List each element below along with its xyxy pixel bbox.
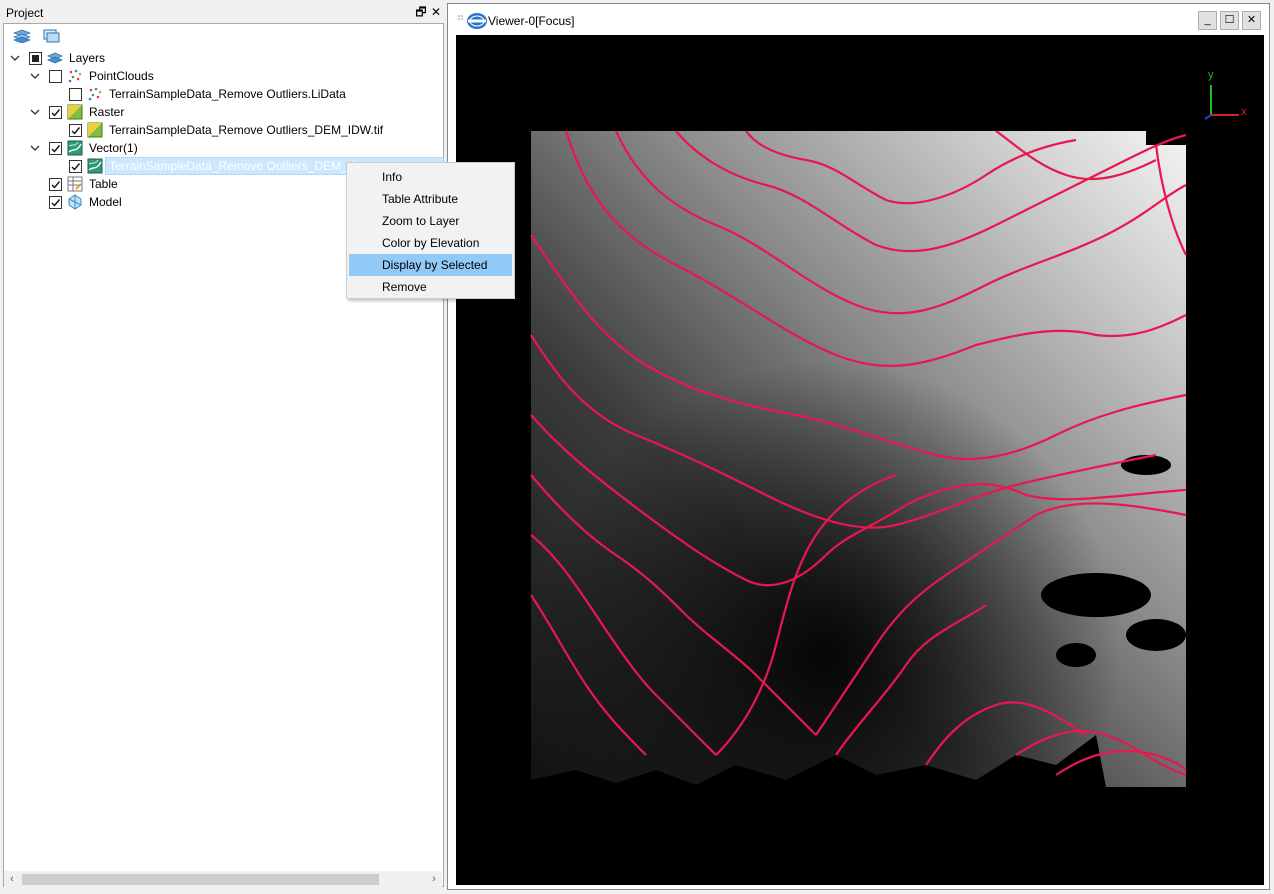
viewer-window: Viewer-0[Focus] _ ☐ ✕ y x bbox=[447, 3, 1270, 890]
model-icon bbox=[67, 194, 83, 210]
project-panel: Project 🗗 ✕ Layers PointClouds TerrainSa… bbox=[0, 0, 446, 894]
horizontal-scrollbar[interactable]: ‹ › bbox=[4, 871, 442, 887]
chevron-down-icon[interactable] bbox=[30, 139, 40, 157]
tree-row-raster[interactable]: Raster bbox=[4, 103, 434, 121]
tree-row-layers[interactable]: Layers bbox=[4, 49, 434, 67]
model-checkbox[interactable] bbox=[49, 196, 62, 209]
vector-icon bbox=[67, 140, 83, 156]
pointclouds-checkbox[interactable] bbox=[49, 70, 62, 83]
project-panel-title: Project bbox=[6, 6, 44, 20]
3d-viewport[interactable]: y x bbox=[456, 35, 1264, 885]
dem-basin-shade bbox=[531, 131, 1186, 787]
point-cloud-icon bbox=[67, 68, 83, 84]
scroll-left-icon[interactable]: ‹ bbox=[4, 871, 20, 887]
vector-icon bbox=[87, 158, 103, 174]
contour-label: TerrainSampleData_Remove Outliers_DEM_ID bbox=[109, 159, 360, 173]
dem-tif-label: TerrainSampleData_Remove Outliers_DEM_ID… bbox=[109, 123, 384, 137]
chevron-down-icon[interactable] bbox=[30, 67, 40, 85]
menu-item-zoom-to-layer[interactable]: Zoom to Layer bbox=[349, 210, 512, 232]
table-icon bbox=[67, 176, 83, 192]
drag-grip-icon[interactable] bbox=[458, 10, 463, 20]
menu-item-display-by-selected[interactable]: Display by Selected bbox=[349, 254, 512, 276]
point-cloud-icon bbox=[87, 86, 103, 102]
add-layer-icon[interactable] bbox=[12, 29, 32, 44]
raster-icon bbox=[87, 122, 103, 138]
contour-checkbox[interactable] bbox=[69, 160, 82, 173]
dem-tif-checkbox[interactable] bbox=[69, 124, 82, 137]
chevron-down-icon[interactable] bbox=[30, 103, 40, 121]
viewer-titlebar: Viewer-0[Focus] _ ☐ ✕ bbox=[448, 4, 1269, 35]
minimize-button[interactable]: _ bbox=[1198, 11, 1217, 30]
menu-item-color-by-elevation[interactable]: Color by Elevation bbox=[349, 232, 512, 254]
layer-context-menu: Info Table Attribute Zoom to Layer Color… bbox=[346, 162, 515, 299]
menu-item-remove[interactable]: Remove bbox=[349, 276, 512, 298]
add-group-icon[interactable] bbox=[43, 29, 61, 43]
close-panel-button[interactable]: ✕ bbox=[429, 5, 443, 19]
close-viewer-button[interactable]: ✕ bbox=[1242, 11, 1261, 30]
lidata-label: TerrainSampleData_Remove Outliers.LiData bbox=[109, 87, 346, 101]
float-panel-button[interactable]: 🗗 bbox=[414, 5, 428, 19]
dem-void bbox=[1126, 619, 1186, 651]
axis-gizmo: y x bbox=[1201, 69, 1251, 123]
vector-label: Vector(1) bbox=[89, 141, 138, 155]
layers-icon bbox=[46, 50, 64, 66]
tree-row-vector[interactable]: Vector(1) bbox=[4, 139, 434, 157]
layers-label: Layers bbox=[69, 51, 106, 65]
table-label: Table bbox=[89, 177, 118, 191]
viewer-title: Viewer-0[Focus] bbox=[488, 14, 575, 28]
menu-item-table-attribute[interactable]: Table Attribute bbox=[349, 188, 512, 210]
lidar360-logo-icon bbox=[466, 12, 488, 30]
dem-contour-render bbox=[530, 130, 1187, 787]
scroll-right-icon[interactable]: › bbox=[426, 871, 442, 887]
tree-row-lidata[interactable]: TerrainSampleData_Remove Outliers.LiData bbox=[4, 85, 434, 103]
layers-checkbox[interactable] bbox=[29, 52, 42, 65]
project-panel-titlebar: Project 🗗 ✕ bbox=[0, 3, 446, 23]
tree-row-dem-tif[interactable]: TerrainSampleData_Remove Outliers_DEM_ID… bbox=[4, 121, 434, 139]
raster-label: Raster bbox=[89, 105, 125, 119]
table-checkbox[interactable] bbox=[49, 178, 62, 191]
vector-checkbox[interactable] bbox=[49, 142, 62, 155]
model-label: Model bbox=[89, 195, 122, 209]
scrollbar-thumb[interactable] bbox=[22, 874, 379, 885]
lidata-checkbox[interactable] bbox=[69, 88, 82, 101]
dem-void bbox=[1056, 643, 1096, 667]
pointclouds-label: PointClouds bbox=[89, 69, 154, 83]
tree-row-pointclouds[interactable]: PointClouds bbox=[4, 67, 434, 85]
raster-icon bbox=[67, 104, 83, 120]
axis-y-label: y bbox=[1208, 69, 1214, 81]
menu-item-info[interactable]: Info bbox=[349, 166, 512, 188]
project-tree-container: Layers PointClouds TerrainSampleData_Rem… bbox=[3, 23, 444, 887]
raster-checkbox[interactable] bbox=[49, 106, 62, 119]
dem-void bbox=[1041, 573, 1151, 617]
maximize-button[interactable]: ☐ bbox=[1220, 11, 1239, 30]
axis-x-label: x bbox=[1241, 106, 1247, 118]
chevron-down-icon[interactable] bbox=[10, 49, 20, 67]
